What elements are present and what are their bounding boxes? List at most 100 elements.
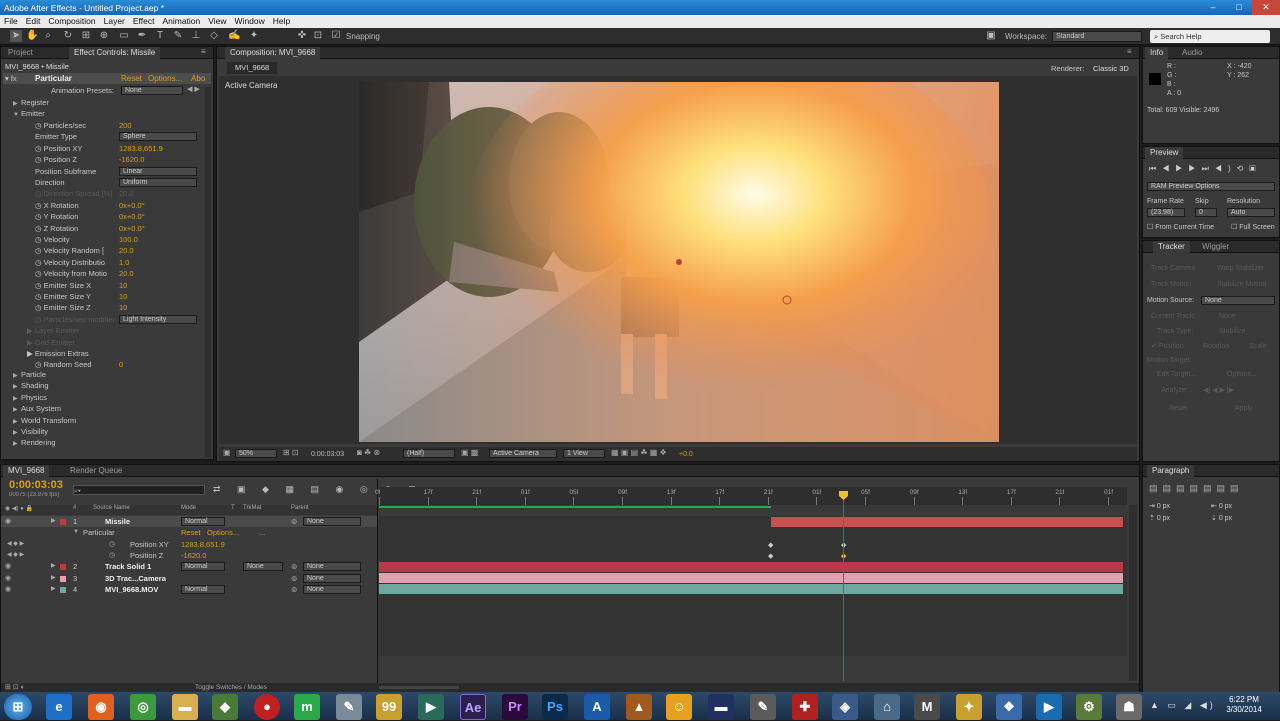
zoom-select[interactable]: 50% <box>235 449 277 458</box>
expand-arrow-icon[interactable]: ▶ <box>51 516 56 527</box>
app-icon[interactable]: ◆ <box>212 694 238 720</box>
tab-timeline-comp[interactable]: MVI_9668 <box>3 465 50 477</box>
layer-row[interactable]: ◉ ▶ 2 Track Solid 1 Normal None ⊚ None <box>1 561 377 572</box>
app9-icon[interactable]: ✚ <box>792 694 818 720</box>
chrome-icon[interactable]: ◎ <box>130 694 156 720</box>
visibility-icon[interactable]: ◉ <box>5 584 11 595</box>
keyframe-nav-icon[interactable]: ◀ ◆ ▶ <box>7 550 24 561</box>
emitter-prop-row[interactable]: ▶ Grid Emitter <box>1 337 211 348</box>
tab-audio[interactable]: Audio <box>1177 47 1207 59</box>
app14-icon[interactable]: ❖ <box>996 694 1022 720</box>
timeline-timecode[interactable]: 0:00:03:03 <box>9 479 63 492</box>
snapshot-icon[interactable]: ◙ ☘ ⊗ <box>357 448 380 457</box>
effect-group-rendering[interactable]: ▶ Rendering <box>13 437 56 448</box>
tab-wiggler[interactable]: Wiggler <box>1197 241 1234 253</box>
hand-tool-icon[interactable]: ✋ <box>26 30 38 42</box>
ie-icon[interactable]: e <box>46 694 72 720</box>
emitter-prop-row[interactable]: ◷ Y Rotation 0x+0.0° <box>1 211 211 222</box>
view-layout-select[interactable]: 1 View <box>563 449 605 458</box>
expand-arrow-icon[interactable]: ▼ <box>73 527 79 538</box>
workspace-select[interactable]: Standard <box>1052 31 1142 42</box>
parent-pickwhip-icon[interactable]: ⊚ <box>291 573 297 584</box>
tray-icons[interactable]: ▲ ▭ ◢ ◀) <box>1150 700 1216 711</box>
notepad-icon[interactable]: ✎ <box>336 694 362 720</box>
clone-tool-icon[interactable]: ⊥ <box>190 30 202 42</box>
layer-trkmat-select[interactable]: None <box>243 562 283 572</box>
keyframe-nav-icon[interactable]: ◀ ◆ ▶ <box>7 539 24 550</box>
photoshop-icon[interactable]: Ps <box>542 694 568 720</box>
position-z-row[interactable]: ◀ ◆ ▶ ◷ Position Z -1620.0 <box>1 550 377 561</box>
keyframe-z-1[interactable]: ◆ <box>768 552 773 560</box>
emitter-prop-row[interactable]: ◷ Emitter Size X 10 <box>1 280 211 291</box>
menu-view[interactable]: View <box>204 15 230 27</box>
app13-icon[interactable]: ✦ <box>956 694 982 720</box>
ram-preview-options-select[interactable]: RAM Preview Options <box>1147 182 1275 191</box>
app2-icon[interactable]: 99 <box>376 694 402 720</box>
emitter-prop-value[interactable]: Linear <box>119 166 197 176</box>
clock-time[interactable]: 6:22 PM <box>1222 695 1266 705</box>
emitter-prop-row[interactable]: Emitter Type Sphere <box>1 131 211 142</box>
skip-select[interactable]: 0 <box>1195 208 1217 217</box>
emitter-prop-value[interactable]: 20.0 <box>119 245 134 256</box>
mask-tool-icon[interactable]: ▭ <box>118 30 130 42</box>
track-type-value[interactable]: Stabilize <box>1219 326 1245 337</box>
app7-icon[interactable]: ▬ <box>708 694 734 720</box>
tracker-options-button[interactable]: Options... <box>1227 369 1257 380</box>
emitter-prop-row[interactable]: Position Subframe Linear <box>1 166 211 177</box>
warp-stabilizer-button[interactable]: Warp Stabilizer <box>1217 263 1264 274</box>
emitter-prop-row[interactable]: ◷ Velocity Random [20.0 <box>1 245 211 256</box>
app12-icon[interactable]: M <box>914 694 940 720</box>
minimize-button[interactable]: – <box>1200 0 1226 15</box>
space-before[interactable]: ⇡ 0 px <box>1149 513 1170 524</box>
tab-composition[interactable]: Composition: MVI_9668 <box>225 47 321 59</box>
tab-preview[interactable]: Preview <box>1145 147 1184 159</box>
emitter-prop-row[interactable]: ◷ Velocity 100.0 <box>1 234 211 245</box>
motion-source-select[interactable]: None <box>1201 296 1275 305</box>
effect-group-visibility[interactable]: ▶ Visibility <box>13 426 48 437</box>
menu-edit[interactable]: Edit <box>22 15 45 27</box>
visibility-icon[interactable]: ◉ <box>5 561 11 572</box>
label-color-swatch[interactable] <box>60 519 66 525</box>
emitter-prop-value[interactable]: 10 <box>119 302 127 313</box>
record-icon[interactable]: ● <box>254 694 280 720</box>
app10-icon[interactable]: ◈ <box>832 694 858 720</box>
brush-tool-icon[interactable]: ✎ <box>172 30 184 42</box>
position-check[interactable]: ✔ Position <box>1151 341 1184 352</box>
timeline-search-input[interactable]: ⌕▾ <box>73 485 205 495</box>
playback-controls[interactable]: ⏮◀▶▶⏭◀)⟲▣ <box>1149 164 1262 174</box>
rotate-tool-icon[interactable]: ↻ <box>62 30 74 42</box>
app17-icon[interactable]: ☗ <box>1116 694 1142 720</box>
label-color-swatch[interactable] <box>60 575 66 582</box>
effect-scrollbar[interactable] <box>205 87 211 457</box>
expand-arrow-icon[interactable]: ▶ <box>51 561 56 572</box>
emitter-prop-row[interactable]: ◷ Direction Spread [%] 20.0 <box>1 188 211 199</box>
camera-tool-icon[interactable]: ⊞ <box>80 30 92 42</box>
start-orb-icon[interactable]: ⊞ <box>4 694 32 720</box>
firefox-icon[interactable]: ◉ <box>88 694 114 720</box>
group-emitter[interactable]: ▼ Emitter <box>13 108 45 119</box>
emitter-prop-row[interactable]: ◷ Position Z -1620.0 <box>1 154 211 165</box>
bar-camera[interactable] <box>379 573 1123 583</box>
rotation-check[interactable]: Rotation <box>1203 341 1229 352</box>
emitter-prop-row[interactable]: ◷ Position XY 1283.8,651.9 <box>1 143 211 154</box>
bar-footage[interactable] <box>379 584 1123 594</box>
local-axis-icon[interactable]: ✜ <box>296 30 308 42</box>
animation-presets-select[interactable]: None <box>121 86 183 95</box>
app3-icon[interactable]: ▶ <box>418 694 444 720</box>
menu-window[interactable]: Window <box>231 15 269 27</box>
layer-parent-select[interactable]: None <box>303 562 361 572</box>
region-icon[interactable]: ▣ ▩ <box>461 448 478 457</box>
emitter-prop-value[interactable]: 20.0 <box>119 188 134 199</box>
selection-tool-icon[interactable]: ➤ <box>10 30 22 42</box>
emitter-prop-row[interactable]: ◷ X Rotation 0x+0.0° <box>1 200 211 211</box>
layer-name[interactable]: MVI_9668.MOV <box>105 584 158 595</box>
renderer-value[interactable]: Classic 3D <box>1093 63 1129 74</box>
emitter-prop-value[interactable]: 100.0 <box>119 234 138 245</box>
layer-row[interactable]: ◉ ▶ 3 3D Trac...Camera ⊚ None <box>1 573 377 584</box>
roto-brush-icon[interactable]: ✍ <box>228 30 240 42</box>
tracker-apply-button[interactable]: Apply <box>1235 403 1253 414</box>
explorer-icon[interactable]: ▬ <box>172 694 198 720</box>
emitter-prop-row[interactable]: ▶ Emission Extras <box>1 348 211 359</box>
visibility-icon[interactable]: ◉ <box>5 516 11 527</box>
emitter-prop-value[interactable]: 0 <box>119 359 123 370</box>
